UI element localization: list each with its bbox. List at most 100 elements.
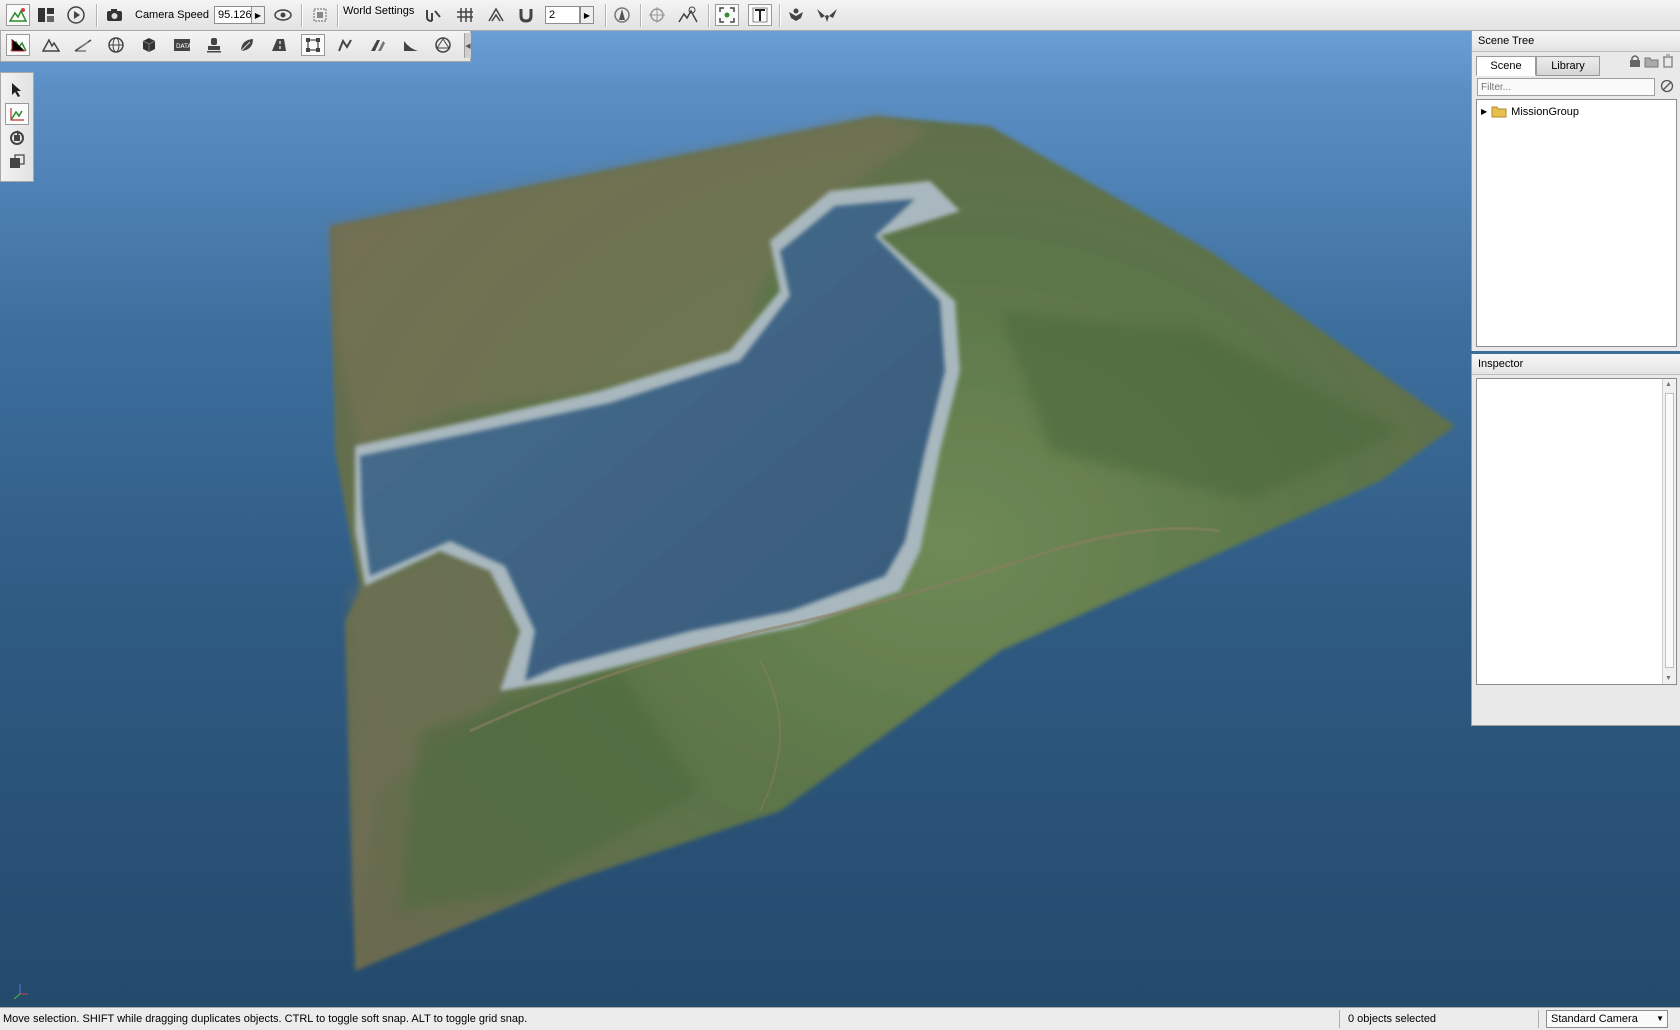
terrain-paint-tool[interactable]	[71, 34, 95, 56]
material-tool[interactable]	[137, 34, 161, 56]
3d-viewport[interactable]	[0, 31, 1680, 1007]
rotate-tool-button[interactable]	[5, 127, 29, 149]
object-tool-icon	[10, 39, 27, 52]
main-toolbar: Camera Speed 95.126 ▶ World Settings 2 ▶	[0, 0, 1680, 31]
sky-tool[interactable]	[104, 34, 128, 56]
scroll-thumb[interactable]	[1665, 393, 1674, 668]
shape-tool[interactable]	[399, 34, 423, 56]
road-icon	[272, 39, 286, 51]
leaf-icon	[240, 39, 253, 52]
rotate-gizmo-icon	[10, 130, 24, 145]
camera-mode-value: Standard Camera	[1551, 1013, 1638, 1025]
river-icon	[338, 38, 352, 52]
arrow-cursor-icon	[12, 83, 21, 97]
text-label-button[interactable]	[748, 4, 772, 26]
physics-toggle-button[interactable]	[784, 4, 808, 26]
bounding-box-icon	[306, 38, 320, 52]
camera-speed-input[interactable]: 95.126	[214, 6, 254, 24]
terrain-render	[13, 116, 1455, 1000]
particle-tool[interactable]	[431, 34, 455, 56]
play-game-button[interactable]	[64, 4, 88, 26]
decal-tool[interactable]	[202, 34, 226, 56]
folder-icon	[1644, 57, 1659, 68]
mountain-icon	[42, 38, 60, 52]
layout-icon	[38, 8, 54, 22]
play-icon	[67, 6, 85, 24]
scale-tool-button[interactable]	[5, 151, 29, 173]
new-folder-button[interactable]	[1644, 55, 1659, 71]
triangle-right-icon: ▶	[254, 10, 262, 20]
tree-item-missiongroup[interactable]: ▶ MissionGroup	[1481, 105, 1579, 118]
move-tool-button[interactable]	[5, 103, 29, 125]
magnet-icon	[519, 9, 533, 23]
visibility-button[interactable]	[271, 4, 295, 26]
globe-icon	[108, 37, 124, 53]
world-settings-button[interactable]: World Settings	[343, 5, 414, 17]
river-tool[interactable]	[334, 34, 358, 56]
frame-capture-icon	[313, 8, 327, 22]
snap-size-input[interactable]: 2	[545, 6, 580, 24]
delete-object-button[interactable]	[1662, 54, 1674, 71]
world-editor-button[interactable]	[6, 4, 30, 26]
camera-icon	[107, 9, 122, 21]
scale-gizmo-icon	[10, 154, 25, 168]
road-tool[interactable]	[267, 34, 291, 56]
ramp-icon	[404, 41, 418, 51]
world-transform-button[interactable]	[645, 4, 669, 26]
expand-arrow-icon[interactable]: ▶	[1481, 107, 1487, 116]
scroll-down-icon[interactable]: ▼	[1665, 675, 1672, 682]
bounds-snap-button[interactable]	[484, 4, 508, 26]
fit-view-button[interactable]	[715, 4, 739, 26]
axis-gizmo	[13, 984, 28, 1000]
screenshot-button[interactable]	[308, 4, 332, 26]
status-bar: Move selection. SHIFT while dragging dup…	[0, 1007, 1680, 1030]
camera-speed-arrow-button[interactable]: ▶	[251, 6, 265, 24]
trash-icon	[1663, 54, 1673, 68]
tab-scene[interactable]: Scene	[1476, 56, 1536, 76]
lock-icon	[1630, 55, 1640, 67]
mesh-sphere-icon	[435, 37, 451, 53]
scene-filter-input[interactable]	[1477, 78, 1655, 96]
camera-speed-label: Camera Speed	[135, 9, 209, 21]
svg-text:DATA: DATA	[176, 43, 191, 50]
scene-tree-title: Scene Tree	[1472, 31, 1680, 52]
eye-icon	[274, 9, 292, 21]
clear-icon	[1660, 79, 1674, 93]
grid-snap-button[interactable]	[453, 4, 477, 26]
inspector-panel: Inspector ▲ ▼	[1471, 354, 1680, 726]
chevron-down-icon: ▼	[1656, 1014, 1664, 1023]
object-center-button[interactable]	[610, 4, 634, 26]
navmesh-tool[interactable]	[366, 34, 390, 56]
lock-selection-button[interactable]	[1629, 54, 1641, 71]
datablock-tool[interactable]: DATA	[170, 34, 194, 56]
clear-filter-button[interactable]	[1660, 79, 1674, 96]
text-icon	[752, 7, 768, 23]
inspector-scrollbar[interactable]: ▲ ▼	[1662, 379, 1676, 684]
move-gizmo-icon	[10, 108, 24, 121]
camera-mode-select[interactable]: Standard Camera ▼	[1546, 1010, 1668, 1028]
snap-size-arrow-button[interactable]: ▶	[580, 6, 594, 24]
grid-icon	[457, 8, 473, 22]
inspector-title: Inspector	[1472, 354, 1680, 375]
forest-tool[interactable]	[235, 34, 259, 56]
tree-item-label: MissionGroup	[1511, 105, 1580, 118]
object-editor-tool[interactable]	[6, 34, 30, 56]
terrain-brush-button[interactable]	[676, 4, 700, 26]
inspector-view[interactable]: ▲ ▼	[1476, 378, 1677, 685]
bounds-snap-icon	[488, 7, 504, 22]
select-tool-button[interactable]	[5, 79, 29, 101]
wings-icon	[817, 9, 837, 22]
gui-editor-button[interactable]	[34, 4, 58, 26]
tab-library[interactable]: Library	[1536, 56, 1600, 76]
crosshair-icon	[649, 7, 665, 23]
snap-to-terrain-button[interactable]	[421, 4, 445, 26]
soft-snap-button[interactable]	[514, 4, 538, 26]
palette-collapse-button[interactable]: ◀	[464, 33, 471, 58]
terrain-editor-tool[interactable]	[39, 34, 63, 56]
transform-toolbar	[0, 72, 34, 182]
vehicle-button[interactable]	[815, 4, 839, 26]
scene-tree-view[interactable]: ▶ MissionGroup	[1476, 99, 1677, 347]
camera-button[interactable]	[104, 4, 128, 26]
scroll-up-icon[interactable]: ▲	[1665, 381, 1672, 388]
mesh-road-tool[interactable]	[301, 34, 325, 56]
